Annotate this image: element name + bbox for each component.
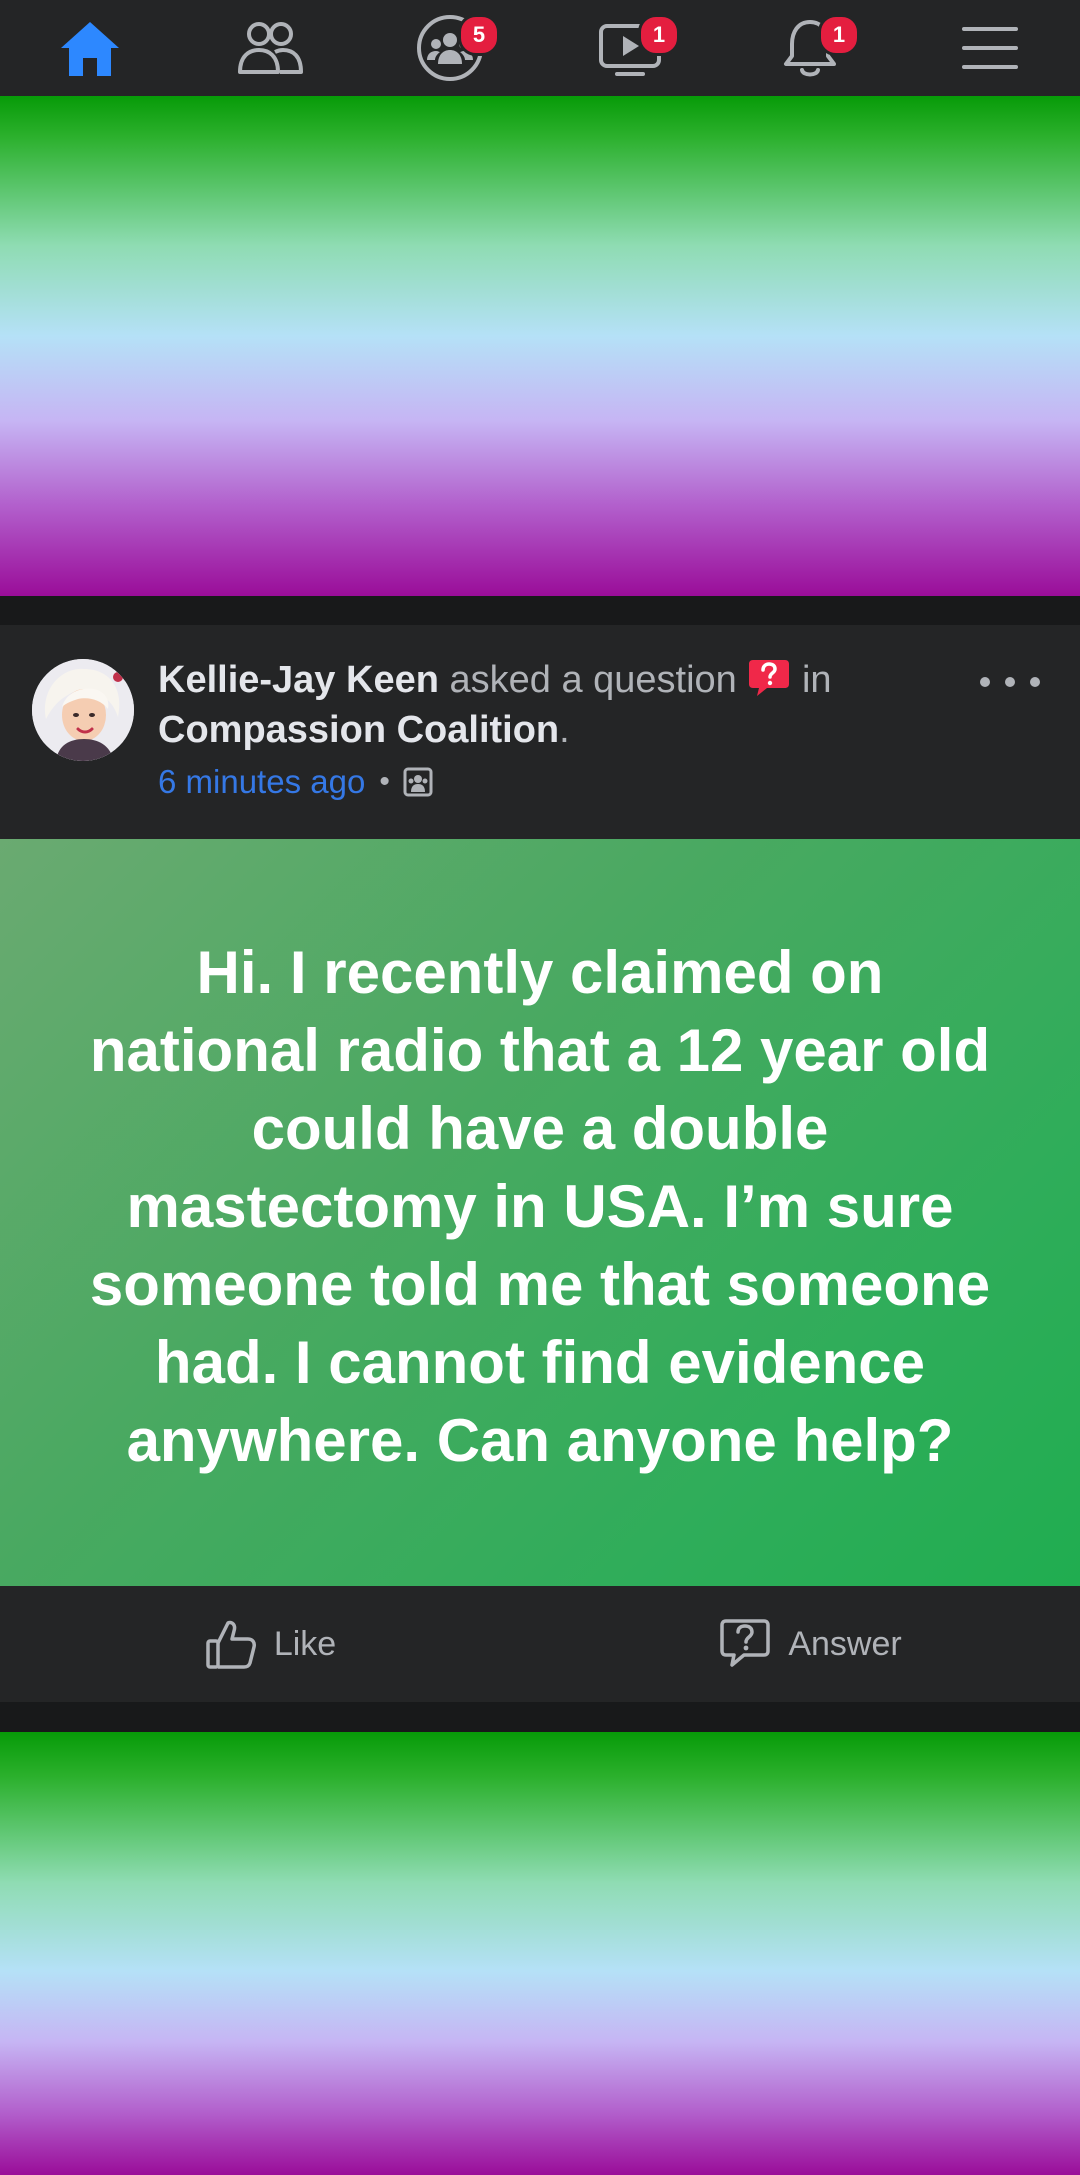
group-name[interactable]: Compassion Coalition — [158, 709, 559, 751]
thumbs-up-icon — [206, 1620, 256, 1669]
like-button[interactable]: Like — [0, 1586, 540, 1702]
home-icon — [61, 22, 119, 76]
post-header: Kellie-Jay Keen asked a question in Comp… — [158, 655, 978, 755]
avatar[interactable] — [32, 659, 134, 761]
nav-groups[interactable]: 5 — [360, 0, 540, 96]
author-name[interactable]: Kellie-Jay Keen — [158, 659, 439, 701]
more-options-button[interactable] — [980, 667, 1040, 697]
answer-question-icon — [720, 1619, 771, 1667]
question-icon — [749, 660, 790, 696]
nav-home[interactable] — [0, 0, 180, 96]
question-post: Kellie-Jay Keen asked a question in Comp… — [0, 625, 1080, 1702]
answer-label: Answer — [788, 1624, 902, 1663]
question-text: Hi. I recently claimed on national radio… — [89, 938, 991, 1474]
like-label: Like — [273, 1624, 337, 1663]
top-nav-bar: 5 1 1 — [0, 0, 1080, 96]
watch-badge: 1 — [638, 14, 680, 56]
post-in-text: in — [801, 659, 832, 701]
question-box[interactable]: Hi. I recently claimed on national radio… — [0, 839, 1080, 1586]
post-actions: Like Answer — [0, 1586, 1080, 1702]
gradient-banner-top — [0, 96, 1080, 596]
more-dot — [1030, 677, 1040, 687]
friends-icon — [238, 22, 303, 74]
menu-icon — [962, 27, 1018, 69]
gradient-banner-bottom — [0, 1732, 1080, 2175]
nav-watch[interactable]: 1 — [540, 0, 720, 96]
more-dot — [1005, 677, 1015, 687]
meta-separator: • — [379, 765, 390, 798]
timestamp[interactable]: 6 minutes ago — [158, 763, 365, 801]
notifications-badge: 1 — [818, 14, 860, 56]
nav-notifications[interactable]: 1 — [720, 0, 900, 96]
nav-menu[interactable] — [900, 0, 1080, 96]
answer-button[interactable]: Answer — [540, 1586, 1080, 1702]
period: . — [559, 709, 570, 751]
groups-badge: 5 — [458, 14, 500, 56]
nav-friends[interactable] — [180, 0, 360, 96]
more-dot — [980, 677, 990, 687]
group-privacy-icon — [403, 767, 433, 797]
avatar-illustration — [32, 659, 134, 761]
post-meta: 6 minutes ago • — [158, 763, 434, 801]
post-action-text: asked a question — [449, 659, 737, 701]
